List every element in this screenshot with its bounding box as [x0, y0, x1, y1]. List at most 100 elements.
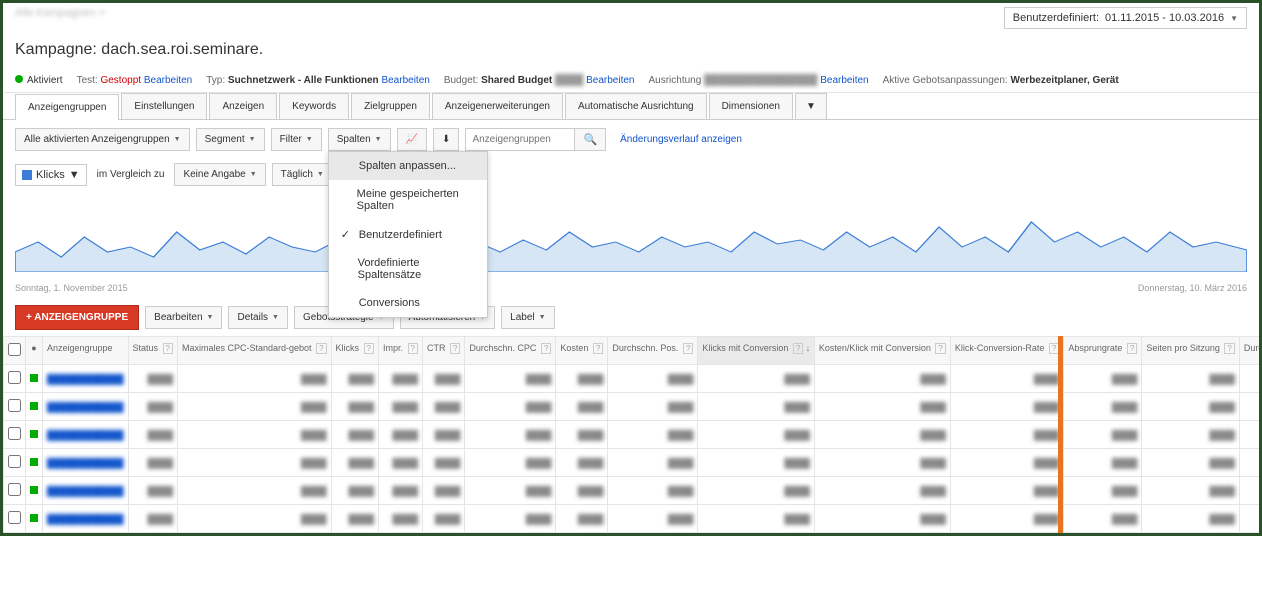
table-row: ████████████████████████████████████████… — [4, 505, 1260, 533]
help-icon[interactable]: ? — [364, 343, 374, 354]
edit-ausrichtung-link[interactable]: Bearbeiten — [820, 75, 868, 86]
col-header[interactable]: Anzeigengruppe — [43, 337, 129, 365]
col-header[interactable]: Status ? — [128, 337, 177, 365]
search-input[interactable] — [465, 128, 575, 151]
details-button[interactable]: Details▼ — [228, 306, 288, 329]
table-cell — [26, 393, 43, 421]
help-icon[interactable]: ? — [541, 343, 551, 354]
adgroup-link[interactable]: ████████████ — [47, 374, 124, 384]
row-checkbox[interactable] — [8, 511, 21, 524]
help-icon[interactable]: ? — [1127, 343, 1137, 354]
table-cell: ████ — [1064, 477, 1142, 505]
menu-spalten-anpassen[interactable]: Spalten anpassen... — [329, 152, 487, 180]
status-text: Aktiviert — [27, 75, 63, 86]
col-header[interactable]: Impr. ? — [378, 337, 422, 365]
edit-budget-link[interactable]: Bearbeiten — [586, 75, 634, 86]
tab-anzeigen[interactable]: Anzeigen — [209, 93, 277, 119]
menu-vordefinierte[interactable]: Vordefinierte Spaltensätze — [329, 249, 487, 289]
table-cell: ████ — [465, 449, 556, 477]
col-header[interactable]: Klicks ? — [331, 337, 378, 365]
help-icon[interactable]: ? — [1224, 343, 1234, 354]
adgroup-link[interactable]: ████████████ — [47, 402, 124, 412]
adgroup-link[interactable]: ████████████ — [47, 486, 124, 496]
col-header[interactable] — [4, 337, 26, 365]
table-cell: ████████████ — [43, 393, 129, 421]
download-button[interactable]: ⬇ — [433, 128, 459, 151]
caret-down-icon: ▼ — [249, 136, 256, 143]
help-icon[interactable]: ? — [408, 343, 418, 354]
menu-benutzerdefiniert[interactable]: ✓Benutzerdefiniert — [329, 220, 487, 249]
adgroup-table: ●AnzeigengruppeStatus ?Maximales CPC-Sta… — [3, 336, 1259, 533]
table-cell: ████ — [698, 421, 815, 449]
col-header[interactable]: Durchschn. Sitzungsdauer (Sekunden) ? — [1239, 337, 1259, 365]
tab-dimensionen[interactable]: Dimensionen — [709, 93, 793, 119]
vergleich-metric-button[interactable]: Keine Angabe▼ — [174, 163, 265, 186]
row-checkbox[interactable] — [8, 483, 21, 496]
col-header[interactable]: Absprungrate ? — [1064, 337, 1142, 365]
col-header[interactable]: CTR ? — [422, 337, 464, 365]
edit-test-link[interactable]: Bearbeiten — [144, 75, 192, 86]
col-header[interactable]: Seiten pro Sitzung ? — [1142, 337, 1240, 365]
chart-date-labels: Sonntag, 1. November 2015 Donnerstag, 10… — [3, 283, 1259, 299]
help-icon[interactable]: ? — [935, 343, 945, 354]
caret-down-icon: ▼ — [69, 169, 80, 181]
toolbar-1: Alle aktivierten Anzeigengruppen▼ Segmen… — [3, 120, 1259, 159]
tab-keywords[interactable]: Keywords — [279, 93, 349, 119]
filter-button[interactable]: Filter▼ — [271, 128, 322, 151]
table-cell: ████ — [128, 505, 177, 533]
table-cell: ████ — [331, 421, 378, 449]
tab-anzeigengruppen[interactable]: Anzeigengruppen — [15, 94, 119, 120]
row-checkbox[interactable] — [8, 427, 21, 440]
tab-more[interactable]: ▼ — [795, 93, 827, 119]
table-cell: ████ — [1064, 365, 1142, 393]
date-prefix: Benutzerdefiniert: — [1013, 12, 1099, 24]
menu-meine-gespeicherten[interactable]: Meine gespeicherten Spalten — [329, 180, 487, 220]
col-header[interactable]: Klick-Conversion-Rate ? — [950, 337, 1063, 365]
tab-automatische-ausrichtung[interactable]: Automatische Ausrichtung — [565, 93, 707, 119]
help-icon[interactable]: ? — [593, 343, 603, 354]
adgroup-link[interactable]: ████████████ — [47, 458, 124, 468]
filter-aktivierte-button[interactable]: Alle aktivierten Anzeigengruppen▼ — [15, 128, 190, 151]
row-checkbox[interactable] — [8, 399, 21, 412]
label-button[interactable]: Label▼ — [501, 306, 554, 329]
table-row: ████████████████████████████████████████… — [4, 477, 1260, 505]
granularity-button[interactable]: Täglich▼ — [272, 163, 333, 186]
table-cell — [26, 449, 43, 477]
table-cell: ████ — [608, 421, 698, 449]
search-button[interactable]: 🔍 — [575, 128, 606, 151]
date-range-picker[interactable]: Benutzerdefiniert: 01.11.2015 - 10.03.20… — [1004, 7, 1247, 29]
help-icon[interactable]: ? — [793, 343, 803, 354]
adgroup-link[interactable]: ████████████ — [47, 430, 124, 440]
col-header[interactable]: Maximales CPC-Standard-gebot ? — [178, 337, 332, 365]
col-header[interactable]: Durchschn. CPC ? — [465, 337, 556, 365]
help-icon[interactable]: ? — [316, 343, 326, 354]
status-dot-icon — [30, 430, 38, 438]
select-all-checkbox[interactable] — [8, 343, 21, 356]
row-checkbox[interactable] — [8, 371, 21, 384]
col-header[interactable]: Kosten/Klick mit Conversion ? — [814, 337, 950, 365]
tab-anzeigenerweiterungen[interactable]: Anzeigenerweiterungen — [432, 93, 563, 119]
help-icon[interactable]: ? — [683, 343, 693, 354]
help-icon[interactable]: ? — [450, 343, 460, 354]
row-checkbox[interactable] — [8, 455, 21, 468]
tab-einstellungen[interactable]: Einstellungen — [121, 93, 207, 119]
aenderungsverlauf-link[interactable]: Änderungsverlauf anzeigen — [620, 134, 742, 145]
col-header[interactable]: Durchschn. Pos. ? — [608, 337, 698, 365]
segment-button[interactable]: Segment▼ — [196, 128, 265, 151]
add-anzeigengruppe-button[interactable]: + ANZEIGENGRUPPE — [15, 305, 139, 330]
help-icon[interactable]: ? — [1049, 343, 1059, 354]
tab-zielgruppen[interactable]: Zielgruppen — [351, 93, 430, 119]
bearbeiten-button[interactable]: Bearbeiten▼ — [145, 306, 222, 329]
edit-typ-link[interactable]: Bearbeiten — [381, 75, 429, 86]
table-cell: ████ — [556, 449, 608, 477]
col-header[interactable]: Klicks mit Conversion ? ↓ — [698, 337, 815, 365]
metric-klicks-chip[interactable]: Klicks▼ — [15, 164, 87, 186]
col-header[interactable]: ● — [26, 337, 43, 365]
table-cell: ████ — [465, 393, 556, 421]
adgroup-link[interactable]: ████████████ — [47, 514, 124, 524]
col-header[interactable]: Kosten ? — [556, 337, 608, 365]
help-icon[interactable]: ? — [163, 343, 173, 354]
menu-conversions[interactable]: Conversions — [329, 289, 487, 317]
spalten-button[interactable]: Spalten▼ — [328, 128, 391, 151]
chart-icon-button[interactable]: 📈 — [397, 128, 427, 151]
